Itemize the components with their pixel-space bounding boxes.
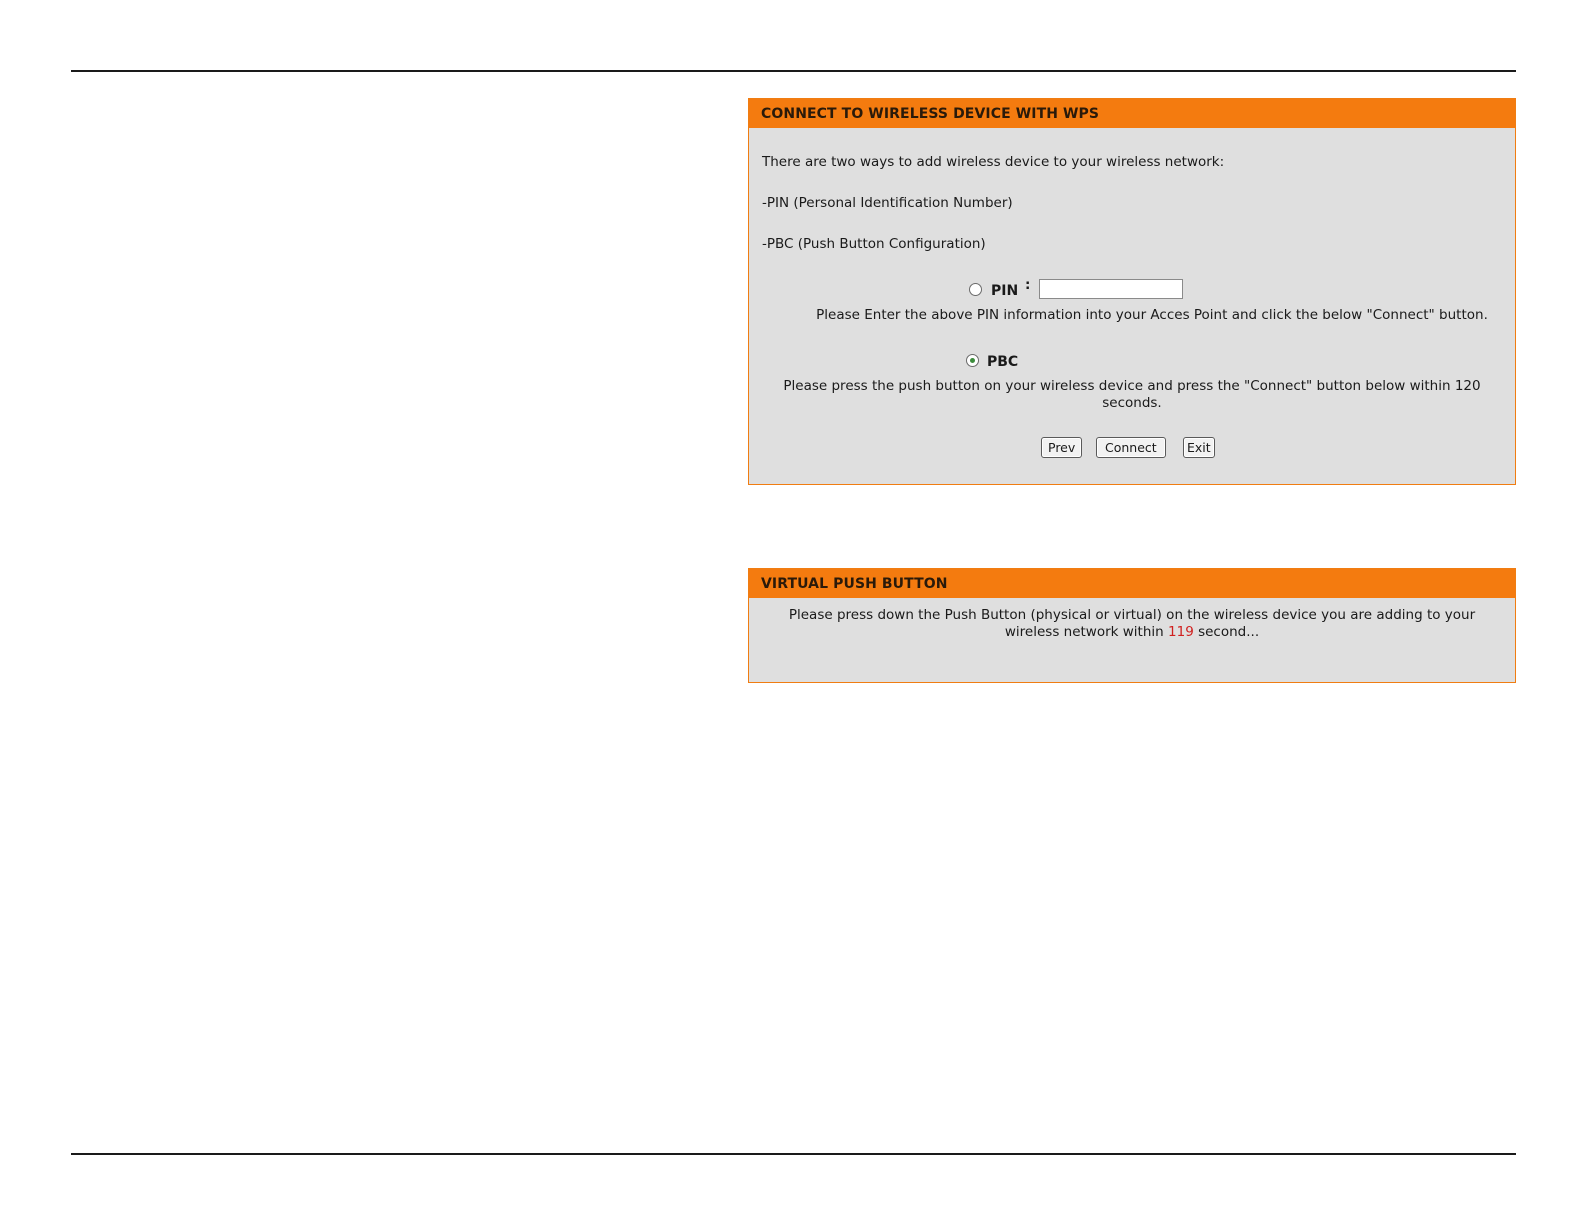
pbc-radio-label: PBC <box>987 354 1019 370</box>
top-rule <box>71 70 1516 72</box>
countdown-value: 119 <box>1168 624 1194 640</box>
bottom-rule <box>71 1153 1516 1155</box>
virtual-push-button-panel: VIRTUAL PUSH BUTTON Please press down th… <box>748 568 1516 683</box>
pbc-radio[interactable] <box>966 354 979 367</box>
pin-colon: : <box>1025 277 1031 293</box>
vpb-message: Please press down the Push Button (physi… <box>749 607 1515 641</box>
prev-button[interactable]: Prev <box>1041 437 1083 458</box>
method-pin-text: -PIN (Personal Identification Number) <box>762 195 1013 211</box>
pbc-hint-text: Please press the push button on your wir… <box>783 378 1481 411</box>
wps-intro-text: There are two ways to add wireless devic… <box>762 154 1225 170</box>
pin-input[interactable] <box>1039 279 1183 299</box>
wps-connect-panel: CONNECT TO WIRELESS DEVICE WITH WPS Ther… <box>748 98 1516 485</box>
vpb-message-after: second... <box>1198 624 1260 640</box>
vpb-message-before: Please press down the Push Button (physi… <box>788 607 1476 640</box>
wps-panel-title: CONNECT TO WIRELESS DEVICE WITH WPS <box>749 99 1515 128</box>
method-pbc-text: -PBC (Push Button Configuration) <box>762 236 986 252</box>
vpb-panel-title: VIRTUAL PUSH BUTTON <box>749 569 1515 598</box>
exit-button[interactable]: Exit <box>1183 437 1215 458</box>
pin-hint-text: Please Enter the above PIN information i… <box>816 307 1488 323</box>
connect-button[interactable]: Connect <box>1096 437 1166 458</box>
pin-radio[interactable] <box>969 283 982 296</box>
pin-radio-label: PIN <box>991 283 1019 299</box>
